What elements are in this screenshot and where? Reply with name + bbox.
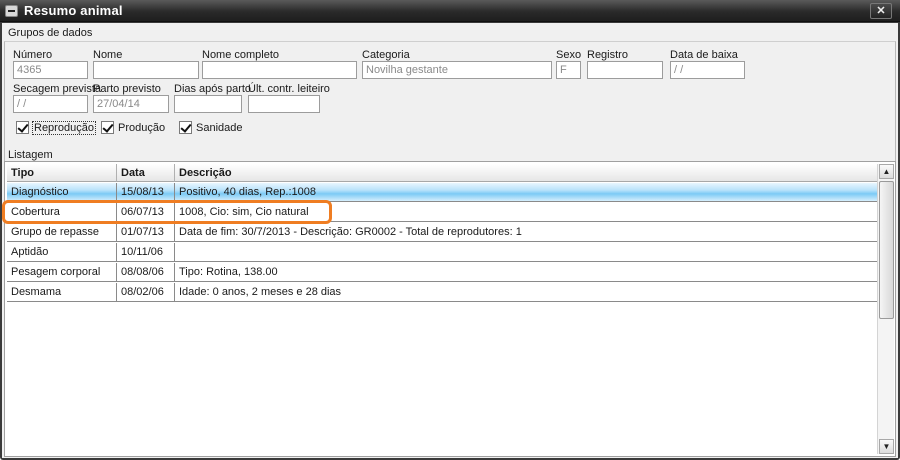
checkmark-icon[interactable] — [179, 121, 192, 134]
reproducao-checkbox[interactable]: Reprodução — [16, 120, 96, 135]
parto-field[interactable]: 27/04/14 — [93, 95, 169, 113]
ult-contr-leiteiro-label: Últ. contr. leiteiro — [248, 83, 330, 95]
window-title: Resumo animal — [24, 3, 123, 18]
categoria-field[interactable]: Novilha gestante — [362, 61, 552, 79]
cell-tipo: Pesagem corporal — [7, 263, 117, 282]
cell-data: 08/08/06 — [117, 263, 175, 282]
window-content: Grupos de dados Número 4365 Nome Nome co… — [2, 23, 898, 458]
cell-data: 08/02/06 — [117, 283, 175, 302]
reproducao-label: Reprodução — [32, 120, 96, 135]
cell-descricao — [175, 243, 879, 262]
cell-tipo: Grupo de repasse — [7, 223, 117, 242]
cell-tipo: Desmama — [7, 283, 117, 302]
scroll-up-icon[interactable]: ▲ — [879, 164, 894, 179]
nome-label: Nome — [93, 49, 123, 61]
sanidade-label: Sanidade — [196, 121, 243, 134]
scroll-down-icon[interactable]: ▼ — [879, 439, 894, 454]
nome-completo-label: Nome completo — [202, 49, 280, 61]
column-header-data[interactable]: Data — [117, 164, 175, 182]
checkmark-icon[interactable] — [101, 121, 114, 134]
data-baixa-field[interactable]: / / — [670, 61, 745, 79]
producao-checkbox[interactable]: Produção — [101, 121, 165, 134]
resumo-animal-window: Resumo animal ✕ Grupos de dados Número 4… — [0, 0, 900, 460]
highlight-annotation — [2, 200, 332, 224]
sexo-field[interactable]: F — [556, 61, 581, 79]
checkmark-icon[interactable] — [16, 121, 29, 134]
table-row[interactable]: Grupo de repasse 01/07/13 Data de fim: 3… — [7, 223, 879, 242]
scroll-thumb[interactable] — [879, 181, 894, 319]
ult-contr-leiteiro-field[interactable] — [248, 95, 320, 113]
title-bar[interactable]: Resumo animal ✕ — [0, 0, 900, 22]
table-row[interactable]: Pesagem corporal 08/08/06 Tipo: Rotina, … — [7, 263, 879, 282]
cell-data: 10/11/06 — [117, 243, 175, 262]
window-menu-icon[interactable] — [5, 5, 18, 17]
secagem-field[interactable]: / / — [13, 95, 88, 113]
numero-field[interactable]: 4365 — [13, 61, 88, 79]
numero-label: Número — [13, 49, 53, 61]
sanidade-checkbox[interactable]: Sanidade — [179, 121, 243, 134]
dias-apos-parto-label: Dias após parto — [174, 83, 252, 95]
dias-apos-parto-field[interactable] — [174, 95, 242, 113]
cell-descricao: Data de fim: 30/7/2013 - Descrição: GR00… — [179, 226, 522, 238]
nome-field[interactable] — [93, 61, 199, 79]
vertical-scrollbar[interactable]: ▲ ▼ — [877, 164, 894, 454]
grid-header: Tipo Data Descrição — [7, 164, 879, 182]
data-baixa-label: Data de baixa — [670, 49, 738, 61]
table-row[interactable]: Aptidão 10/11/06 — [7, 243, 879, 262]
listagem-title: Listagem — [8, 149, 53, 161]
sexo-label: Sexo — [556, 49, 582, 61]
cell-tipo: Aptidão — [7, 243, 117, 262]
parto-label: Parto previsto — [93, 83, 161, 95]
column-header-tipo[interactable]: Tipo — [7, 164, 117, 182]
column-header-descricao[interactable]: Descrição — [175, 164, 879, 182]
producao-label: Produção — [118, 121, 166, 134]
registro-label: Registro — [587, 49, 628, 61]
cell-descricao: Tipo: Rotina, 138.00 — [179, 266, 278, 278]
nome-completo-field[interactable] — [202, 61, 357, 79]
cell-data: 01/07/13 — [117, 223, 175, 242]
groups-title: Grupos de dados — [8, 27, 93, 39]
secagem-label: Secagem prevista — [13, 83, 102, 95]
registro-field[interactable] — [587, 61, 663, 79]
close-button[interactable]: ✕ — [870, 3, 892, 19]
cell-descricao: Idade: 0 anos, 2 meses e 28 dias — [179, 286, 342, 298]
table-row[interactable]: Desmama 08/02/06 Idade: 0 anos, 2 meses … — [7, 283, 879, 302]
categoria-label: Categoria — [362, 49, 410, 61]
